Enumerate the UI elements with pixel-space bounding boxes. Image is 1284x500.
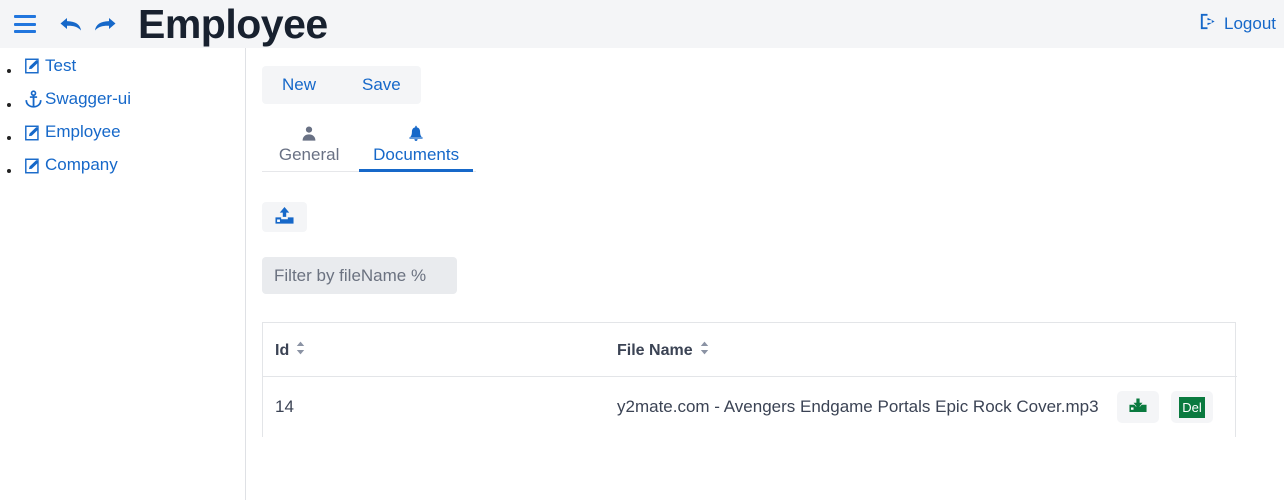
- delete-button[interactable]: Del: [1171, 391, 1213, 423]
- arrow-back-icon[interactable]: [54, 9, 88, 39]
- sidebar: Test Swagger-ui: [0, 48, 246, 500]
- upload-icon: [274, 206, 295, 228]
- hamburger-bar: [14, 30, 36, 33]
- cell-file-name: y2mate.com - Avengers Endgame Portals Ep…: [617, 396, 1099, 416]
- hamburger-bar: [14, 22, 36, 26]
- documents-table: Id File Name 14 y2mate.com - Avengers En…: [262, 322, 1237, 438]
- app-header: Employee Logout: [0, 0, 1284, 48]
- sidebar-item-test[interactable]: Test: [22, 56, 76, 76]
- filter-input[interactable]: [262, 257, 457, 294]
- page-title: Employee: [138, 0, 328, 47]
- pencil-square-icon: [22, 56, 44, 76]
- tab-general-label: General: [278, 145, 340, 164]
- sidebar-list: Test Swagger-ui: [0, 56, 245, 179]
- column-header-id[interactable]: Id: [263, 323, 605, 377]
- anchor-icon: [22, 89, 44, 109]
- logout-button[interactable]: Logout: [1198, 12, 1276, 36]
- sidebar-item-company[interactable]: Company: [22, 155, 118, 176]
- upload-button[interactable]: [262, 202, 307, 232]
- list-item: Company: [22, 155, 245, 179]
- pencil-square-icon: [22, 123, 44, 143]
- list-item: Swagger-ui: [22, 89, 245, 113]
- tab-documents[interactable]: Documents: [356, 118, 476, 172]
- form-toolbar: New Save: [262, 66, 421, 104]
- hamburger-icon[interactable]: [14, 15, 36, 33]
- sort-arrows-icon: [700, 341, 709, 360]
- tab-documents-label: Documents: [373, 145, 460, 164]
- column-header-id-label: Id: [275, 341, 290, 359]
- main-content: New Save General Documents Filter by fil…: [246, 48, 1284, 500]
- column-header-file-name-label: File Name: [617, 341, 693, 359]
- hamburger-bar: [14, 15, 36, 18]
- download-icon: [1128, 397, 1148, 418]
- user-icon: [301, 122, 317, 142]
- list-item: Test: [22, 56, 245, 79]
- logout-label: Logout: [1224, 14, 1276, 33]
- save-button[interactable]: Save: [342, 66, 421, 104]
- sidebar-item-label: Employee: [45, 122, 121, 142]
- cell-actions: Del: [1105, 377, 1237, 438]
- logout-icon: [1198, 12, 1217, 36]
- sidebar-item-swagger-ui[interactable]: Swagger-ui: [22, 89, 131, 109]
- sort-arrows-icon: [296, 341, 305, 360]
- column-header-file-name[interactable]: File Name: [605, 323, 1105, 377]
- delete-badge-icon: Del: [1179, 396, 1205, 418]
- table-header-row: Id File Name: [263, 323, 1237, 377]
- arrow-forward-icon[interactable]: [88, 9, 122, 39]
- sidebar-item-label: Test: [45, 55, 77, 75]
- column-header-actions: [1105, 323, 1237, 377]
- bell-icon: [408, 122, 424, 142]
- sidebar-item-employee[interactable]: Employee: [22, 122, 121, 143]
- new-button[interactable]: New: [262, 66, 336, 104]
- tab-bar: General Documents: [262, 118, 476, 172]
- download-button[interactable]: [1117, 391, 1159, 423]
- sidebar-item-label: Company: [45, 155, 118, 175]
- body-container: Test Swagger-ui: [0, 48, 1284, 500]
- cell-id: 14: [275, 396, 294, 416]
- pencil-square-icon: [22, 156, 44, 176]
- sidebar-item-label: Swagger-ui: [45, 88, 131, 108]
- tab-general[interactable]: General: [262, 118, 356, 171]
- table-row: 14 y2mate.com - Avengers Endgame Portals…: [263, 377, 1237, 438]
- list-item: Employee: [22, 122, 245, 146]
